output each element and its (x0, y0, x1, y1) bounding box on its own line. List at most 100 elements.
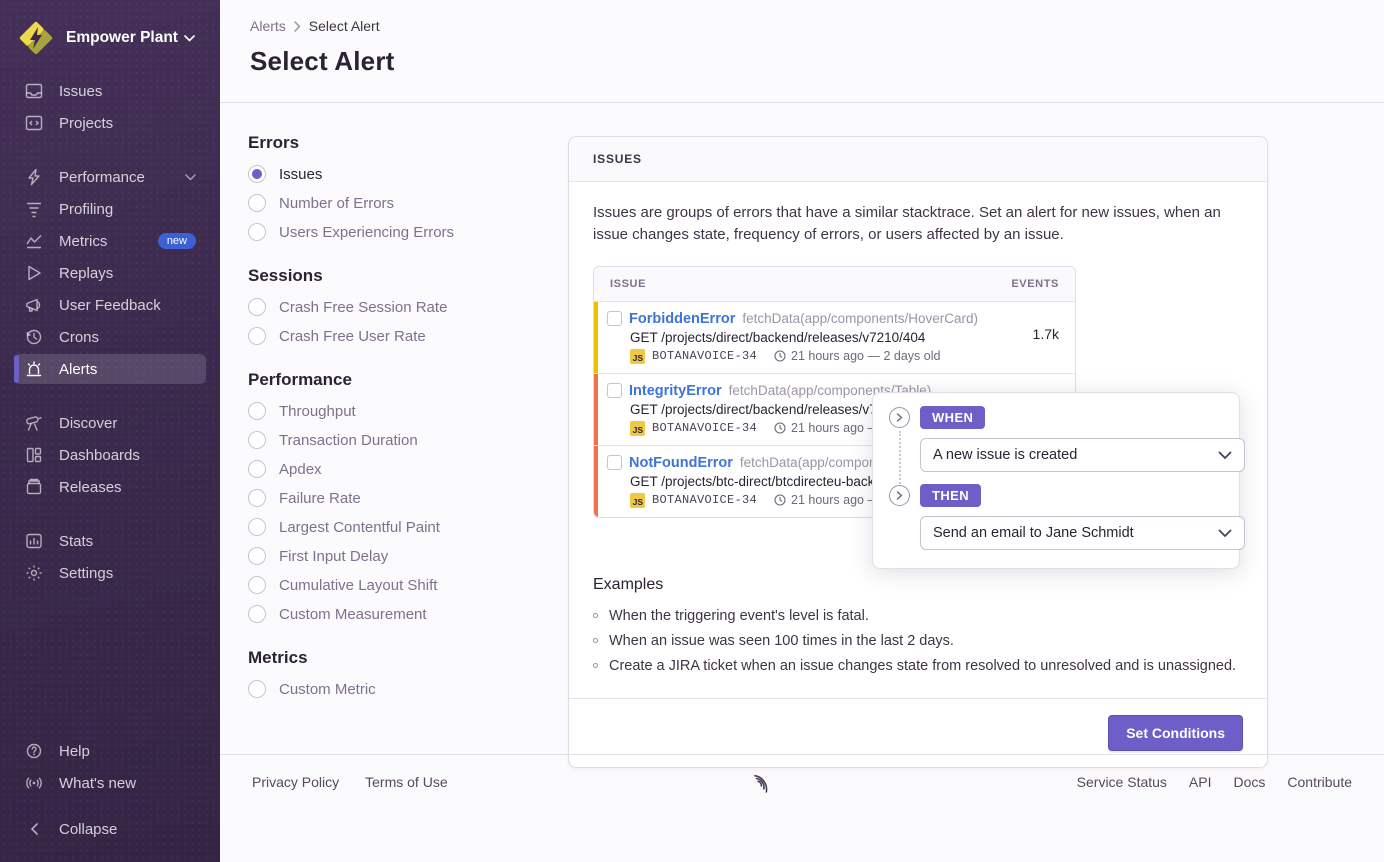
sidebar-item-stats[interactable]: Stats (14, 526, 206, 556)
crons-icon (24, 327, 44, 347)
profiling-icon (24, 199, 44, 219)
radio-option-crash-free-user-rate[interactable]: Crash Free User Rate (248, 327, 548, 345)
issue-checkbox[interactable] (607, 383, 622, 398)
when-group: WHEN A new issue is created (889, 406, 1223, 472)
sidebar-collapse-button[interactable]: Collapse (14, 814, 206, 844)
radio-option-custom-measurement[interactable]: Custom Measurement (248, 605, 548, 623)
sidebar-item-label: Alerts (59, 361, 97, 378)
docs-link[interactable]: Docs (1234, 774, 1266, 790)
radio-icon (248, 298, 266, 316)
collapse-chevron-left-icon (24, 819, 44, 839)
when-condition-value: A new issue is created (933, 447, 1077, 463)
then-badge: THEN (920, 484, 981, 507)
radio-label: Transaction Duration (279, 432, 418, 449)
sidebar-item-label: Projects (59, 115, 113, 132)
sidebar-item-whats-new[interactable]: What's new (14, 768, 206, 798)
radio-label: Crash Free User Rate (279, 328, 426, 345)
radio-label: Throughput (279, 403, 356, 420)
sidebar-item-replays[interactable]: Replays (14, 258, 206, 288)
chevron-down-icon (184, 35, 195, 42)
issue-title-link[interactable]: NotFoundError (629, 455, 733, 471)
radio-option-number-of-errors[interactable]: Number of Errors (248, 194, 548, 212)
sidebar-item-label: Dashboards (59, 447, 140, 464)
radio-label: Custom Metric (279, 681, 376, 698)
when-badge: WHEN (920, 406, 985, 429)
issue-events-count: 1.7k (1033, 326, 1059, 342)
issue-checkbox[interactable] (607, 455, 622, 470)
clock-icon (774, 422, 786, 434)
sidebar-item-dashboards[interactable]: Dashboards (14, 440, 206, 470)
breadcrumb-alerts-link[interactable]: Alerts (250, 18, 286, 34)
issue-checkbox[interactable] (607, 311, 622, 326)
radio-option-transaction-duration[interactable]: Transaction Duration (248, 431, 548, 449)
sidebar-item-settings[interactable]: Settings (14, 558, 206, 588)
dashboards-icon (24, 445, 44, 465)
radio-label: Largest Contentful Paint (279, 519, 440, 536)
column-events: EVENTS (1011, 278, 1059, 290)
set-conditions-button[interactable]: Set Conditions (1108, 715, 1243, 751)
radio-option-apdex[interactable]: Apdex (248, 460, 548, 478)
new-badge: new (158, 233, 196, 249)
radio-icon (248, 431, 266, 449)
then-action-select[interactable]: Send an email to Jane Schmidt (920, 516, 1245, 550)
circle-arrow-right-icon (889, 407, 910, 428)
radio-label: Users Experiencing Errors (279, 224, 454, 241)
sidebar-item-label: User Feedback (59, 297, 161, 314)
sidebar-item-issues[interactable]: Issues (14, 76, 206, 106)
sidebar-item-label: Profiling (59, 201, 113, 218)
radio-icon (248, 327, 266, 345)
issue-age: 21 hours ago — 2 days old (791, 349, 940, 363)
sidebar-item-crons[interactable]: Crons (14, 322, 206, 352)
section-title: Metrics (248, 648, 548, 668)
contribute-link[interactable]: Contribute (1287, 774, 1352, 790)
sidebar-item-metrics[interactable]: Metrics new (14, 226, 206, 256)
sidebar-item-profiling[interactable]: Profiling (14, 194, 206, 224)
terms-of-use-link[interactable]: Terms of Use (365, 774, 447, 790)
example-item: When an issue was seen 100 times in the … (593, 633, 1243, 649)
page-content: Errors Issues Number of Errors Users Exp… (220, 103, 1384, 808)
radio-option-first-input-delay[interactable]: First Input Delay (248, 547, 548, 565)
radio-option-issues[interactable]: Issues (248, 165, 548, 183)
sidebar-item-user-feedback[interactable]: User Feedback (14, 290, 206, 320)
sidebar-item-label: Crons (59, 329, 99, 346)
sidebar-item-label: Releases (59, 479, 122, 496)
sidebar-item-performance[interactable]: Performance (14, 162, 206, 192)
radio-option-custom-metric[interactable]: Custom Metric (248, 680, 548, 698)
issue-title-link[interactable]: IntegrityError (629, 383, 722, 399)
level-indicator (594, 302, 598, 373)
metrics-icon (24, 231, 44, 251)
org-switcher[interactable]: Empower Plant (0, 0, 220, 76)
service-status-link[interactable]: Service Status (1077, 774, 1167, 790)
radio-icon (248, 605, 266, 623)
org-name: Empower Plant (66, 29, 178, 47)
radio-option-largest-contentful-paint[interactable]: Largest Contentful Paint (248, 518, 548, 536)
chevron-down-icon (185, 174, 196, 181)
sidebar-item-label: Settings (59, 565, 113, 582)
radio-option-cumulative-layout-shift[interactable]: Cumulative Layout Shift (248, 576, 548, 594)
example-text: When the triggering event's level is fat… (609, 608, 869, 624)
level-indicator (594, 374, 598, 445)
section-title: Sessions (248, 266, 548, 286)
example-item: Create a JIRA ticket when an issue chang… (593, 658, 1243, 674)
when-condition-select[interactable]: A new issue is created (920, 438, 1245, 472)
issue-function-tag: fetchData(app/components/HoverCard) (742, 311, 978, 326)
radio-label: Failure Rate (279, 490, 361, 507)
sidebar-item-help[interactable]: Help (14, 736, 206, 766)
sidebar-item-releases[interactable]: Releases (14, 472, 206, 502)
sidebar-item-projects[interactable]: Projects (14, 108, 206, 138)
then-group: THEN Send an email to Jane Schmidt (889, 484, 1223, 550)
issue-short-id: BOTANAVOICE-34 (652, 493, 757, 507)
sidebar-item-alerts[interactable]: Alerts (14, 354, 206, 384)
sidebar-item-label: Performance (59, 169, 145, 186)
radio-option-failure-rate[interactable]: Failure Rate (248, 489, 548, 507)
radio-option-users-experiencing-errors[interactable]: Users Experiencing Errors (248, 223, 548, 241)
issue-title-link[interactable]: ForbiddenError (629, 311, 735, 327)
sidebar-nav: Issues Projects Performance Profiling Me… (0, 76, 220, 590)
radio-option-throughput[interactable]: Throughput (248, 402, 548, 420)
sidebar-item-discover[interactable]: Discover (14, 408, 206, 438)
privacy-policy-link[interactable]: Privacy Policy (252, 774, 339, 790)
issue-row[interactable]: ForbiddenError fetchData(app/components/… (594, 301, 1075, 373)
api-link[interactable]: API (1189, 774, 1212, 790)
radio-option-crash-free-session-rate[interactable]: Crash Free Session Rate (248, 298, 548, 316)
sidebar-item-label: Issues (59, 83, 102, 100)
